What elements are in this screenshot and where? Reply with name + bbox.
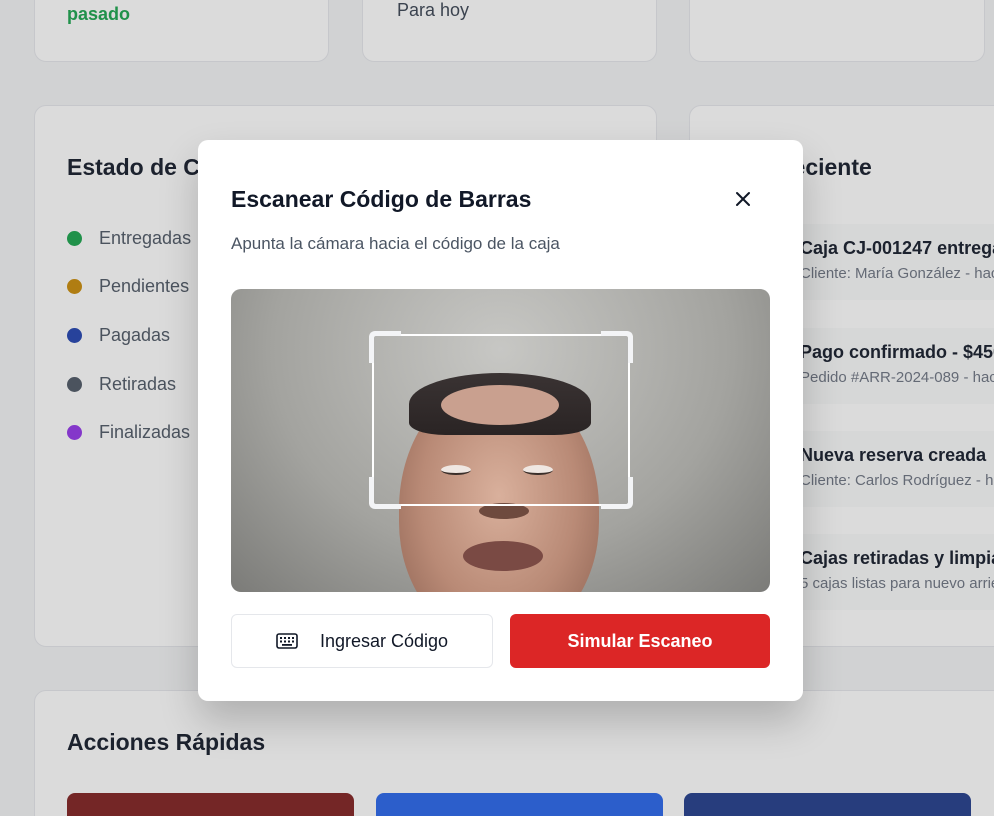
simulate-scan-button[interactable]: Simular Escaneo: [510, 614, 770, 668]
scan-frame: [369, 331, 633, 509]
enter-code-button[interactable]: Ingresar Código: [231, 614, 493, 668]
enter-code-label: Ingresar Código: [319, 630, 449, 651]
modal-subtitle: Apunta la cámara hacia el código de la c…: [231, 234, 560, 253]
camera-preview: [231, 289, 770, 592]
close-button[interactable]: [730, 186, 756, 212]
close-icon: [736, 192, 750, 206]
keyboard-icon: [276, 633, 298, 649]
modal-title: Escanear Código de Barras: [231, 186, 532, 212]
scan-barcode-modal: Escanear Código de Barras Apunta la cáma…: [198, 140, 803, 701]
